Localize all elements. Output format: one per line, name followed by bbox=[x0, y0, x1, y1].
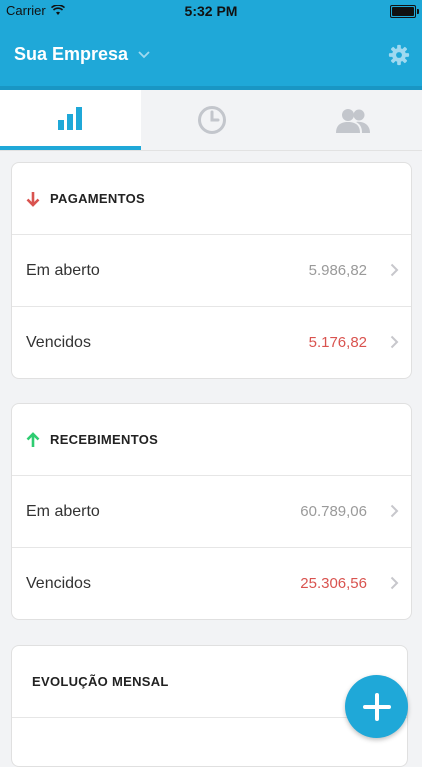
plus-icon bbox=[362, 692, 391, 721]
list-item[interactable]: Em aberto 5.986,82 bbox=[12, 235, 411, 307]
card-recebimentos: RECEBIMENTOS Em aberto 60.789,06 Vencido… bbox=[11, 403, 412, 620]
list-item[interactable]: Vencidos 5.176,82 bbox=[12, 307, 411, 378]
row-label: Em aberto bbox=[26, 261, 100, 279]
arrow-down-icon bbox=[26, 191, 40, 207]
tab-history[interactable] bbox=[141, 90, 282, 150]
app-header: Sua Empresa bbox=[0, 22, 422, 90]
card-pagamentos: PAGAMENTOS Em aberto 5.986,82 Vencidos 5… bbox=[11, 162, 412, 379]
card-title: RECEBIMENTOS bbox=[50, 432, 159, 447]
arrow-up-icon bbox=[26, 431, 40, 447]
clock-icon bbox=[197, 106, 226, 134]
card-header: RECEBIMENTOS bbox=[12, 404, 411, 476]
list-item[interactable]: Vencidos 25.306,56 bbox=[12, 548, 411, 619]
tab-bar bbox=[0, 90, 422, 151]
chevron-right-icon bbox=[390, 576, 399, 590]
card-title: EVOLUÇÃO MENSAL bbox=[32, 674, 169, 689]
row-value: 5.176,82 bbox=[308, 334, 367, 351]
battery-icon bbox=[390, 5, 419, 18]
row-label: Em aberto bbox=[26, 502, 100, 520]
chevron-right-icon bbox=[390, 263, 399, 277]
row-value: 25.306,56 bbox=[300, 575, 367, 592]
chevron-down-icon bbox=[138, 50, 150, 58]
card-title: PAGAMENTOS bbox=[50, 191, 145, 206]
company-name: Sua Empresa bbox=[14, 44, 129, 64]
chevron-right-icon bbox=[390, 504, 399, 518]
row-value: 5.986,82 bbox=[308, 262, 367, 279]
status-bar: Carrier 5:32 PM bbox=[0, 0, 422, 22]
row-value: 60.789,06 bbox=[300, 503, 367, 520]
tab-contacts[interactable] bbox=[282, 90, 422, 150]
status-time: 5:32 PM bbox=[184, 3, 238, 19]
row-label: Vencidos bbox=[26, 333, 91, 351]
company-selector[interactable]: Sua Empresa bbox=[14, 44, 150, 65]
tab-dashboard[interactable] bbox=[0, 90, 141, 150]
list-item[interactable]: Em aberto 60.789,06 bbox=[12, 476, 411, 548]
add-button[interactable] bbox=[345, 675, 408, 738]
row-label: Vencidos bbox=[26, 574, 91, 592]
chevron-right-icon bbox=[390, 335, 399, 349]
users-icon bbox=[335, 109, 370, 133]
bar-chart-icon bbox=[57, 107, 82, 130]
gear-icon[interactable] bbox=[388, 44, 410, 66]
card-header: PAGAMENTOS bbox=[12, 163, 411, 235]
